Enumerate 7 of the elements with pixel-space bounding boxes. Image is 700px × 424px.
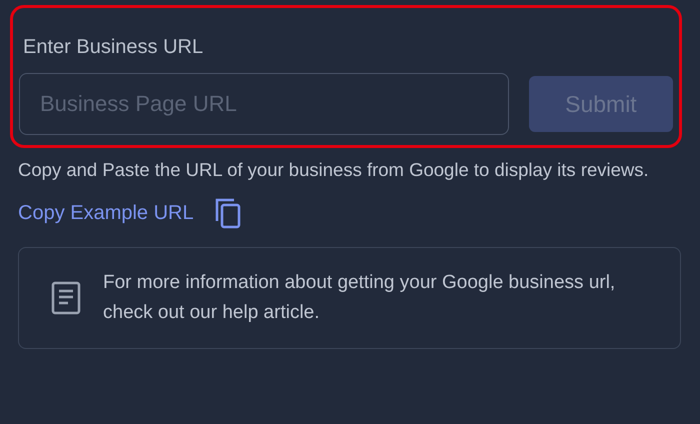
copy-icon[interactable] <box>214 197 242 229</box>
help-text: Copy and Paste the URL of your business from Google to display its reviews. <box>18 158 650 182</box>
info-text: For more information about getting your Google business url, check out our help article. <box>103 271 616 325</box>
url-input-field[interactable]: Business Page URL <box>19 73 509 135</box>
copy-example-link[interactable]: Copy Example URL <box>18 202 194 224</box>
document-icon <box>51 281 81 315</box>
field-label: Enter Business URL <box>23 36 204 59</box>
